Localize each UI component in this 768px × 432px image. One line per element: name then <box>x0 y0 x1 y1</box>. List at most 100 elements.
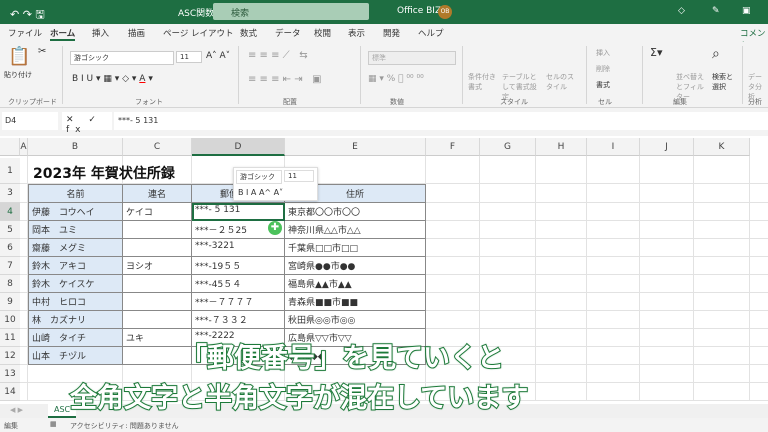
table-cell[interactable] <box>123 311 192 329</box>
row-header-9[interactable]: 9 <box>0 293 20 311</box>
align-icons-2[interactable]: ≡ ≡ ≡ ⇤ ⇥ ▣ <box>248 74 322 85</box>
table-cell[interactable]: 鈴木 ケイスケ <box>28 275 123 293</box>
row-header-10[interactable]: 10 <box>0 311 20 329</box>
table-cell[interactable]: 千葉県□□市□□ <box>285 239 426 257</box>
autosum-icon[interactable]: Σ▾ <box>650 46 662 59</box>
column-header-D[interactable]: D <box>192 138 285 156</box>
row-header-8[interactable]: 8 <box>0 275 20 293</box>
table-cell[interactable]: ***－７７７７ <box>192 293 285 311</box>
column-header-E[interactable]: E <box>285 138 426 156</box>
column-header-F[interactable]: F <box>426 138 480 156</box>
table-cell[interactable]: ケイコ <box>123 203 192 221</box>
search-box[interactable]: 検索 <box>213 3 369 20</box>
row-header-4[interactable]: 4 <box>0 203 20 221</box>
format-buttons[interactable]: B I U ▾ ▦ ▾ ◇ ▾ A ▾ <box>72 74 153 84</box>
avatar[interactable]: OB <box>438 5 452 19</box>
table-cell[interactable] <box>123 239 192 257</box>
row-header-5[interactable]: 5 <box>0 221 20 239</box>
column-header-H[interactable]: H <box>536 138 587 156</box>
table-cell[interactable]: 秋田県◎◎市◎◎ <box>285 311 426 329</box>
table-cell[interactable]: ヨシオ <box>123 257 192 275</box>
tab-insert[interactable]: 挿入 <box>92 27 109 39</box>
ribbon-display-icon[interactable]: ▣ <box>742 6 751 16</box>
table-cell[interactable]: ***-７３３２ <box>192 311 285 329</box>
tab-help[interactable]: ヘルプ <box>418 27 444 39</box>
table-cell[interactable]: ***-3221 <box>192 239 285 257</box>
mini-size-select[interactable]: 11 <box>284 170 314 182</box>
table-cell[interactable]: 福島県▲▲市▲▲ <box>285 275 426 293</box>
font-size-select[interactable]: 11 <box>176 51 202 63</box>
row-header-1[interactable]: 1 <box>0 158 20 184</box>
table-cell[interactable]: 青森県■■市■■ <box>285 293 426 311</box>
paste-label[interactable]: 貼り付け <box>4 70 32 80</box>
row-header-6[interactable]: 6 <box>0 239 20 257</box>
table-cell[interactable]: 林 カズナリ <box>28 311 123 329</box>
mini-format-buttons[interactable]: B I A A^ A˅ <box>238 188 283 197</box>
table-cell[interactable]: 山本 チヅル <box>28 347 123 365</box>
cut-icon[interactable]: ✂ <box>38 46 46 57</box>
search-icon[interactable]: ⌕ <box>712 46 720 62</box>
format-cells-button[interactable]: 書式 <box>596 80 610 90</box>
table-cell[interactable]: 神奈川県△△市△△ <box>285 221 426 239</box>
column-header-C[interactable]: C <box>123 138 192 156</box>
table-cell[interactable] <box>123 293 192 311</box>
number-icons[interactable]: ▦ ▾ % ﾞ ⁰⁰ ⁰⁰ <box>368 74 424 84</box>
row-header-3[interactable]: 3 <box>0 184 20 203</box>
row-header-13[interactable]: 13 <box>0 365 20 383</box>
table-cell[interactable]: 東京都〇〇市〇〇 <box>285 203 426 221</box>
table-cell[interactable]: ***-19５５ <box>192 257 285 275</box>
table-cell[interactable]: 齋藤 メグミ <box>28 239 123 257</box>
header-cell[interactable]: 連名 <box>123 184 192 203</box>
row-header-11[interactable]: 11 <box>0 329 20 347</box>
formula-input[interactable]: ***- 5 131 <box>114 112 768 130</box>
macro-icon[interactable]: ▦ <box>50 420 57 428</box>
tab-file[interactable]: ファイル <box>8 27 42 39</box>
cell-style-button[interactable]: セルのスタイル <box>546 72 576 92</box>
sheet-nav-icon[interactable]: ◀ ▶ <box>10 406 23 414</box>
insert-cells-button[interactable]: 挿入 <box>596 48 610 58</box>
column-header-A[interactable]: A <box>20 138 28 156</box>
number-format-select[interactable]: 標準 <box>368 51 456 65</box>
table-cell[interactable]: ***-45５４ <box>192 275 285 293</box>
tab-home[interactable]: ホーム <box>50 27 76 41</box>
table-cell[interactable]: 山崎 タイチ <box>28 329 123 347</box>
tab-developer[interactable]: 開発 <box>383 27 400 39</box>
table-cell[interactable]: 宮崎県●●市●● <box>285 257 426 275</box>
accessibility-status[interactable]: アクセシビリティ: 問題ありません <box>70 421 179 431</box>
table-cell[interactable]: 鈴木 アキコ <box>28 257 123 275</box>
column-header-B[interactable]: B <box>28 138 123 156</box>
font-grow-icon[interactable]: A˄ A˅ <box>206 51 230 61</box>
column-header-J[interactable]: J <box>640 138 694 156</box>
font-select[interactable]: 游ゴシック <box>70 51 174 65</box>
tab-page-layout[interactable]: ページ レイアウト <box>163 27 234 39</box>
column-header-I[interactable]: I <box>587 138 640 156</box>
table-cell[interactable]: 岡本 ユミ <box>28 221 123 239</box>
mini-font-select[interactable]: 游ゴシック <box>236 170 282 184</box>
tab-view[interactable]: 表示 <box>348 27 365 39</box>
table-cell[interactable] <box>123 221 192 239</box>
name-box[interactable]: D4 <box>2 112 58 130</box>
diamond-icon[interactable]: ◇ <box>678 6 685 16</box>
table-cell[interactable]: ***- 5 131 <box>192 203 285 221</box>
row-header-14[interactable]: 14 <box>0 383 20 401</box>
conditional-format-button[interactable]: 条件付き書式 <box>468 72 498 92</box>
header-cell[interactable]: 名前 <box>28 184 123 203</box>
table-cell[interactable]: 伊藤 コウヘイ <box>28 203 123 221</box>
tab-review[interactable]: 校閲 <box>314 27 331 39</box>
table-cell[interactable] <box>123 275 192 293</box>
tab-formulas[interactable]: 数式 <box>240 27 257 39</box>
select-all-corner[interactable] <box>0 138 20 156</box>
row-header-12[interactable]: 12 <box>0 347 20 365</box>
formula-buttons[interactable]: ✕ ✓ fx <box>62 112 112 135</box>
pen-icon[interactable]: ✎ <box>712 6 720 16</box>
table-cell[interactable]: 中村 ヒロコ <box>28 293 123 311</box>
tab-data[interactable]: データ <box>275 27 301 39</box>
undo-icon[interactable]: ↶ ↷ 🖫 <box>10 6 45 25</box>
tab-draw[interactable]: 描画 <box>128 27 145 39</box>
sheet-title[interactable]: 2023年 年賀状住所録 <box>30 159 230 183</box>
row-header-7[interactable]: 7 <box>0 257 20 275</box>
column-header-G[interactable]: G <box>480 138 536 156</box>
find-select-button[interactable]: 検索と選択 <box>712 72 738 92</box>
column-header-K[interactable]: K <box>694 138 750 156</box>
delete-cells-button[interactable]: 削除 <box>596 64 610 74</box>
